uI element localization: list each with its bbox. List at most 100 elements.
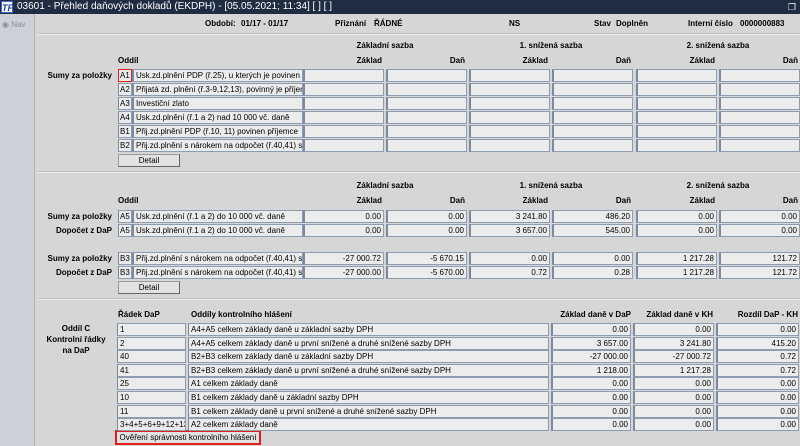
section-description[interactable]: Investiční zlato: [132, 97, 303, 110]
section-code[interactable]: A5: [118, 210, 132, 223]
section-description[interactable]: Přij.zd.plnění PDP (ř.10, 11) povinen př…: [132, 125, 303, 138]
value-field[interactable]: 0.00: [719, 210, 800, 223]
value-field[interactable]: [719, 83, 800, 96]
value-field[interactable]: 121.72: [719, 252, 800, 265]
zaklad-kh-value[interactable]: 0.00: [633, 404, 714, 418]
section-code[interactable]: A5: [118, 224, 132, 237]
section-code[interactable]: A4: [118, 111, 132, 124]
section-code[interactable]: B3: [118, 252, 132, 265]
value-field[interactable]: [719, 125, 800, 138]
nav-toggle[interactable]: ◉ Nav: [2, 20, 25, 29]
value-field[interactable]: 486.20: [552, 210, 633, 223]
value-field[interactable]: 0.00: [469, 252, 550, 265]
radek-dap[interactable]: 2: [117, 336, 186, 350]
value-field[interactable]: 3 657.00: [469, 224, 550, 237]
value-field[interactable]: [303, 83, 384, 96]
zaklad-dap-value[interactable]: 1 218.00: [551, 363, 631, 377]
radek-dap[interactable]: 1: [117, 323, 186, 336]
rozdil-value[interactable]: 0.00: [716, 404, 799, 418]
value-field[interactable]: 0.28: [552, 266, 633, 279]
value-field[interactable]: [636, 97, 717, 110]
value-field[interactable]: [469, 139, 550, 152]
zaklad-dap-value[interactable]: 0.00: [551, 404, 631, 418]
rozdil-value[interactable]: 0.00: [716, 377, 799, 391]
kh-section-description[interactable]: A4+A5 celkem základy daně u základní saz…: [188, 323, 549, 336]
zaklad-dap-value[interactable]: 0.00: [551, 377, 631, 391]
value-field[interactable]: [469, 125, 550, 138]
value-field[interactable]: [386, 69, 467, 82]
zaklad-kh-value[interactable]: 3 241.80: [633, 336, 714, 350]
value-field[interactable]: -27 000.72: [303, 252, 384, 265]
value-field[interactable]: [552, 83, 633, 96]
zaklad-kh-value[interactable]: 0.00: [633, 391, 714, 404]
value-field[interactable]: 3 241.80: [469, 210, 550, 223]
zaklad-kh-value[interactable]: 0.00: [633, 418, 714, 432]
section-code[interactable]: A2: [118, 83, 132, 96]
value-field[interactable]: [386, 97, 467, 110]
section-description[interactable]: Usk.zd.plnění (ř.1 a 2) do 10 000 vč. da…: [132, 224, 303, 237]
value-field[interactable]: [386, 125, 467, 138]
value-field[interactable]: 0.00: [636, 224, 717, 237]
value-field[interactable]: 545.00: [552, 224, 633, 237]
section-description[interactable]: Přij.zd.plnění s nárokem na odpočet (ř.4…: [132, 266, 303, 279]
rozdil-value[interactable]: 0.72: [716, 363, 799, 377]
section-description[interactable]: Usk.zd.plnění (ř.1 a 2) nad 10 000 vč. d…: [132, 111, 303, 124]
value-field[interactable]: [469, 69, 550, 82]
zaklad-dap-value[interactable]: 0.00: [551, 418, 631, 432]
value-field[interactable]: 0.00: [386, 224, 467, 237]
value-field[interactable]: [636, 69, 717, 82]
value-field[interactable]: [469, 83, 550, 96]
radek-dap[interactable]: 41: [117, 363, 186, 377]
value-field[interactable]: 0.00: [303, 210, 384, 223]
section-description[interactable]: Přij.zd.plnění s nárokem na odpočet (ř.4…: [132, 252, 303, 265]
rozdil-value[interactable]: 0.72: [716, 350, 799, 364]
value-field[interactable]: [719, 111, 800, 124]
value-field[interactable]: [636, 111, 717, 124]
detail-button[interactable]: Detail: [118, 281, 180, 294]
section-code[interactable]: B1: [118, 125, 132, 138]
value-field[interactable]: [386, 111, 467, 124]
value-field[interactable]: [636, 125, 717, 138]
rozdil-value[interactable]: 0.00: [716, 418, 799, 432]
kh-section-description[interactable]: A4+A5 celkem základy daně u první snížen…: [188, 336, 549, 350]
value-field[interactable]: [386, 83, 467, 96]
value-field[interactable]: 121.72: [719, 266, 800, 279]
value-field[interactable]: -5 670.15: [386, 252, 467, 265]
value-field[interactable]: [552, 97, 633, 110]
zaklad-kh-value[interactable]: -27 000.72: [633, 350, 714, 364]
value-field[interactable]: [386, 139, 467, 152]
radek-dap[interactable]: 10: [117, 391, 186, 404]
kh-section-description[interactable]: B1 celkem základy daně u první snížené a…: [188, 404, 549, 418]
rozdil-value[interactable]: 415.20: [716, 336, 799, 350]
zaklad-dap-value[interactable]: 3 657.00: [551, 336, 631, 350]
value-field[interactable]: [303, 125, 384, 138]
section-code[interactable]: B3: [118, 266, 132, 279]
value-field[interactable]: [303, 111, 384, 124]
section-description[interactable]: Usk.zd.plnění (ř.1 a 2) do 10 000 vč. da…: [132, 210, 303, 223]
value-field[interactable]: [469, 97, 550, 110]
zaklad-kh-value[interactable]: 0.00: [633, 323, 714, 336]
verify-kh-button[interactable]: Ověření správnosti kontrolního hlášení: [115, 430, 261, 445]
value-field[interactable]: -27 000.00: [303, 266, 384, 279]
radek-dap[interactable]: 3+4+5+6+9+12+13: [117, 418, 186, 432]
kh-section-description[interactable]: B1 celkem základy daně u základní sazby …: [188, 391, 549, 404]
section-description[interactable]: Přij.zd.plnění s nárokem na odpočet (ř.4…: [132, 139, 303, 152]
rozdil-value[interactable]: 0.00: [716, 323, 799, 336]
value-field[interactable]: [719, 97, 800, 110]
value-field[interactable]: [303, 139, 384, 152]
section-description[interactable]: Přijatá zd. plnění (ř.3-9,12,13), povinn…: [132, 83, 303, 96]
value-field[interactable]: [719, 69, 800, 82]
section-code[interactable]: B2: [118, 139, 132, 152]
value-field[interactable]: 1 217.28: [636, 252, 717, 265]
value-field[interactable]: [552, 69, 633, 82]
value-field[interactable]: 0.00: [552, 252, 633, 265]
value-field[interactable]: [552, 139, 633, 152]
value-field[interactable]: [552, 125, 633, 138]
value-field[interactable]: 0.00: [386, 210, 467, 223]
value-field[interactable]: [636, 83, 717, 96]
zaklad-kh-value[interactable]: 1 217.28: [633, 363, 714, 377]
radek-dap[interactable]: 40: [117, 350, 186, 364]
value-field[interactable]: [303, 97, 384, 110]
section-code[interactable]: A1: [118, 69, 132, 82]
kh-section-description[interactable]: B2+B3 celkem základy daně u základní saz…: [188, 350, 549, 364]
